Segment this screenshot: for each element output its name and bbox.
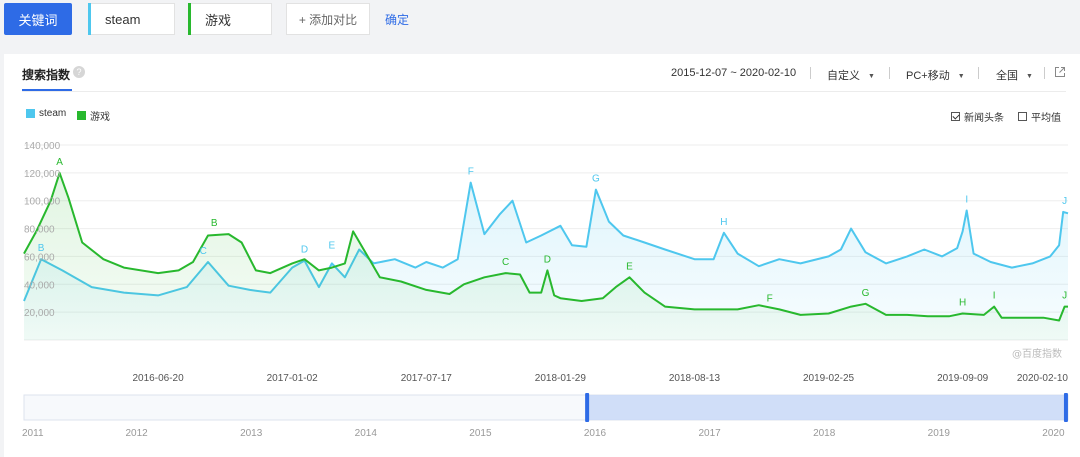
annotation-marker[interactable]: J: [1062, 291, 1067, 302]
overview-year-label: 2017: [698, 428, 721, 439]
y-tick-label: 40,000: [24, 280, 55, 291]
annotation-marker[interactable]: I: [965, 194, 968, 205]
x-tick-label: 2017-01-02: [267, 373, 319, 384]
overview-year-label: 2012: [125, 428, 148, 439]
annotation-marker[interactable]: I: [993, 291, 996, 302]
annotation-marker[interactable]: G: [862, 288, 870, 299]
y-tick-label: 120,000: [24, 169, 61, 180]
x-tick-label: 2019-02-25: [803, 373, 855, 384]
x-tick-label: 2020-02-10: [1017, 373, 1069, 384]
annotation-marker[interactable]: F: [767, 293, 773, 304]
annotation-marker[interactable]: G: [592, 174, 600, 185]
annotation-marker[interactable]: A: [56, 157, 63, 168]
overview-year-label: 2019: [928, 428, 951, 439]
annotation-marker[interactable]: D: [301, 245, 308, 256]
y-tick-label: 80,000: [24, 225, 55, 236]
x-tick-label: 2017-07-17: [401, 373, 453, 384]
y-tick-label: 100,000: [24, 197, 61, 208]
search-index-chart: ABBC D EFC DGEHFGIHIJJ 140,000120,000100,00…: [22, 141, 1069, 439]
watermark: @百度指数: [1012, 347, 1062, 360]
overview-year-label: 2016: [584, 428, 607, 439]
annotation-marker[interactable]: H: [959, 298, 966, 309]
overview-year-label: 2015: [469, 428, 492, 439]
annotation-marker[interactable]: H: [720, 217, 727, 228]
x-tick-label: 2016-06-20: [133, 373, 185, 384]
annotation-marker[interactable]: B: [211, 218, 218, 229]
y-tick-label: 20,000: [24, 308, 55, 319]
range-handle-right[interactable]: [1063, 393, 1068, 422]
x-tick-label: 2019-09-09: [937, 373, 989, 384]
overview-year-label: 2020: [1042, 428, 1065, 439]
overview-year-label: 2013: [240, 428, 263, 439]
overview-year-label: 2011: [22, 428, 44, 439]
annotation-marker[interactable]: D: [544, 254, 551, 265]
overview-year-label: 2018: [813, 428, 836, 439]
x-tick-label: 2018-01-29: [535, 373, 587, 384]
annotation-marker[interactable]: E: [329, 240, 336, 251]
annotation-marker[interactable]: F: [468, 167, 474, 178]
annotation-marker[interactable]: C: [200, 246, 207, 257]
range-handle-left[interactable]: [585, 393, 590, 422]
y-tick-label: 140,000: [24, 141, 61, 152]
annotation-marker[interactable]: E: [626, 261, 633, 272]
overview-selection[interactable]: [587, 395, 1066, 420]
x-tick-label: 2018-08-13: [669, 373, 721, 384]
annotation-marker[interactable]: C: [502, 257, 509, 268]
overview-year-label: 2014: [355, 428, 378, 439]
y-tick-label: 60,000: [24, 252, 55, 263]
annotation-marker[interactable]: J: [1062, 196, 1067, 207]
